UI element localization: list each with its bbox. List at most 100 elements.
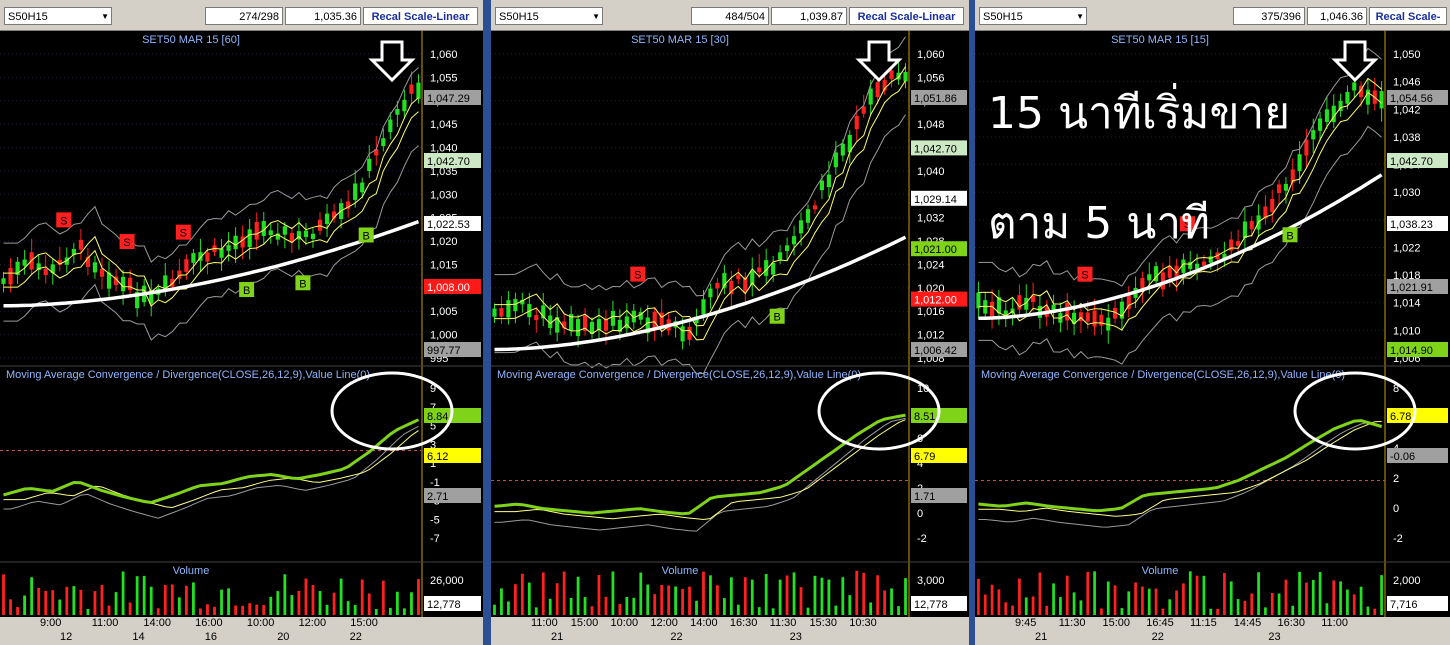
volume-bar <box>541 572 545 615</box>
candle-body <box>402 99 407 112</box>
date-label: 22 <box>670 631 683 643</box>
volume-bar <box>813 575 817 615</box>
candle-body <box>1201 261 1206 266</box>
candle-body <box>1345 91 1350 104</box>
volume-bar <box>1182 583 1185 615</box>
candle-body <box>575 319 581 337</box>
candle-body <box>22 259 27 266</box>
volume-bar <box>1004 602 1008 615</box>
candle-body <box>303 230 309 238</box>
candle-body <box>416 82 421 99</box>
time-axis: 9:00 11:00 14:00 16:00 10:00 12:00 15:00 12 14 1… <box>0 617 483 645</box>
time-label: 16:30 <box>1277 617 1306 629</box>
candle-body <box>861 106 866 114</box>
volume-bar <box>792 572 796 615</box>
volume-bar <box>1202 575 1206 615</box>
volume-bar <box>653 594 657 615</box>
price-tag-label: 1,042.70 <box>427 156 470 168</box>
chevron-down-icon[interactable]: ▼ <box>1076 8 1084 26</box>
chevron-down-icon[interactable]: ▼ <box>101 8 109 26</box>
volume-bar <box>534 607 538 615</box>
panel-divider[interactable] <box>483 0 491 645</box>
volume-bar <box>417 579 420 615</box>
volume-bar <box>283 574 287 615</box>
volume-bar <box>1113 585 1117 615</box>
candle-body <box>1092 310 1097 327</box>
volume-bar <box>1045 605 1049 615</box>
volume-bar <box>799 587 803 615</box>
volume-bar <box>618 603 622 615</box>
candle-body <box>268 230 273 236</box>
candle-body <box>324 213 330 224</box>
time-label: 12:00 <box>650 617 678 629</box>
candle-body <box>409 84 414 94</box>
macd-tag-label: 6.78 <box>1390 411 1411 423</box>
symbol-select[interactable]: S50H15 ▼ <box>495 7 603 25</box>
volume-bar <box>604 596 608 615</box>
time-label: 14:00 <box>690 617 718 629</box>
candle-body <box>812 205 818 210</box>
volume-bar <box>1366 606 1370 615</box>
bar-count: 375/396 <box>1233 7 1305 25</box>
volume-bar <box>1339 581 1342 615</box>
volume-bar <box>311 585 315 615</box>
recal-scale-button[interactable]: Recal Scale-Linear <box>1369 7 1447 25</box>
volume-bar <box>1305 582 1308 615</box>
candle-body <box>736 274 741 280</box>
price-tick-label: 1,005 <box>430 306 458 318</box>
volume-bar <box>163 584 167 615</box>
symbol-select[interactable]: S50H15 ▼ <box>4 7 112 25</box>
time-label: 16:45 <box>1146 617 1174 629</box>
macd-tag-label: 6.12 <box>427 451 448 463</box>
volume-bar <box>1373 608 1377 615</box>
volume-bar <box>1298 571 1301 615</box>
volume-bar <box>1011 605 1014 615</box>
recal-scale-button[interactable]: Recal Scale-Linear <box>849 7 964 25</box>
chart-canvas[interactable]: SET50 MAR 15 [60]1,0601,0551,0501,0451,0… <box>0 30 483 617</box>
price-tick-label: 1,020 <box>430 236 458 248</box>
volume-bar <box>1352 594 1356 615</box>
ema-short-line <box>494 66 906 327</box>
candle-body <box>492 308 497 317</box>
time-axis-dates: 21 22 23 <box>975 631 1450 645</box>
candle-body <box>1078 312 1083 322</box>
volume-bar <box>1161 608 1165 615</box>
chevron-down-icon[interactable]: ▼ <box>592 8 600 26</box>
price-tag-label: 1,029.14 <box>914 194 957 206</box>
volume-title: Volume <box>1142 565 1179 577</box>
candle-body <box>184 259 189 272</box>
volume-bar <box>667 585 671 615</box>
volume-bar <box>395 591 399 615</box>
volume-bar <box>1168 599 1172 615</box>
volume-tick-label: 26,000 <box>430 575 464 587</box>
candle-body <box>784 245 790 252</box>
candle-body <box>310 233 316 239</box>
down-arrow-icon <box>1331 40 1379 83</box>
ema-mid-line <box>494 80 906 341</box>
volume-bar <box>360 579 364 615</box>
volume-bar <box>513 584 517 615</box>
recal-scale-button[interactable]: Recal Scale-Linear <box>363 7 478 25</box>
candle-body <box>78 239 83 250</box>
time-label: 11:30 <box>1058 617 1086 629</box>
candle-body <box>1277 184 1282 193</box>
chart-canvas[interactable]: SET50 MAR 15 [30]1,0601,0561,0521,0481,0… <box>491 30 969 617</box>
macd-tick-label: -1 <box>430 477 440 489</box>
volume-bar <box>234 605 238 615</box>
symbol-select[interactable]: S50H15 ▼ <box>979 7 1087 25</box>
volume-bar <box>325 604 329 615</box>
date-label: 22 <box>1151 631 1164 643</box>
volume-title: Volume <box>173 565 210 577</box>
volume-bar <box>632 597 636 615</box>
volume-bar <box>1018 578 1021 615</box>
time-label: 10:00 <box>246 617 275 629</box>
price-tag-label: 1,008.00 <box>427 282 470 294</box>
volume-bar <box>1380 575 1383 615</box>
candle-body <box>715 282 720 289</box>
price-tag-label: 997.77 <box>427 345 461 357</box>
time-label: 15:00 <box>350 617 378 629</box>
candle-body <box>92 262 98 273</box>
volume-bar <box>269 596 273 615</box>
volume-bar <box>977 578 980 615</box>
volume-bar <box>1175 590 1178 615</box>
